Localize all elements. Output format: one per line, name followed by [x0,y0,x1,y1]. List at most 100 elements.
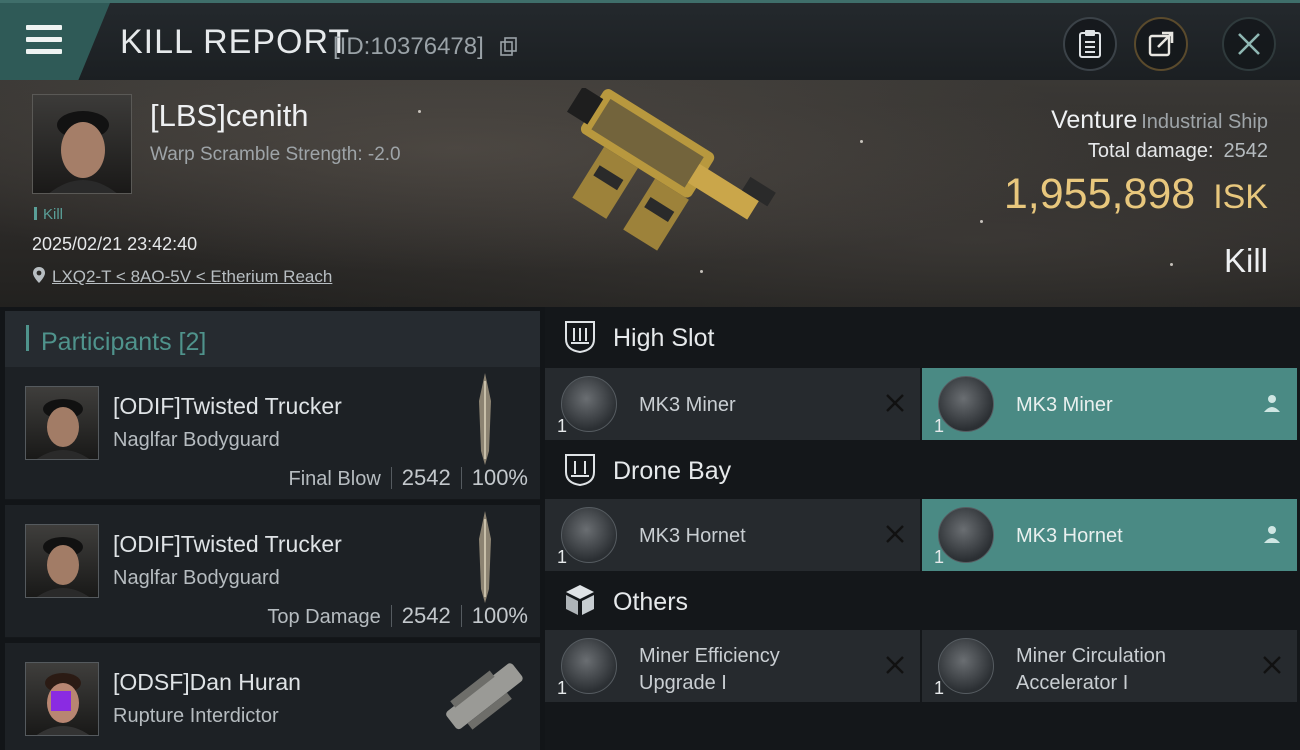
location-pin-icon [33,267,45,283]
victim-portrait[interactable] [32,94,132,194]
participants-header[interactable]: Participants [2] [5,311,540,367]
total-damage: Total damage: 2542 [1088,140,1268,163]
module-quantity: 1 [934,547,945,567]
participant-ship-image [479,373,491,465]
kill-datetime: 2025/02/21 23:42:40 [32,234,198,254]
pilot-avatar-icon [36,399,90,459]
pilot-avatar-icon [49,111,117,193]
menu-button[interactable] [0,3,110,81]
fitting-panel: High Slot 1 MK3 Miner 1 MK3 Miner Drone … [545,307,1300,750]
accelerator-module-icon [938,638,994,694]
module-item[interactable]: 1 Miner Efficiency Upgrade I [545,630,920,702]
kill-result: Kill [1223,242,1268,279]
participants-panel: Participants [2] [ODIF]Twisted Trucker N… [0,307,545,750]
drone-bay-icon [565,454,595,486]
module-item[interactable]: 1 MK3 Hornet [922,499,1297,571]
damage-percent: 100% [471,465,528,490]
top-bar: KILL REPORT [ID:10376478] [0,0,1300,81]
isk-unit: ISK [1213,178,1268,216]
copy-icon[interactable] [500,37,518,57]
share-button[interactable] [1134,17,1188,71]
victim-name[interactable]: [LBS]cenith [150,98,309,134]
avatar [25,386,99,460]
module-item[interactable]: 1 MK3 Miner [922,368,1297,440]
stat-label: Top Damage [267,606,381,628]
module-quantity: 1 [934,678,945,698]
share-icon [1148,31,1174,57]
pilot-avatar-icon [36,537,90,597]
high-slot-header: High Slot [545,307,1300,367]
module-name: MK3 Hornet [1016,525,1123,547]
participant-name: [ODIF]Twisted Trucker [113,393,342,419]
damage-value: 2542 [401,465,451,490]
module-name: Miner Circulation Accelerator I [1016,645,1167,694]
participant-name: [ODIF]Twisted Trucker [113,531,342,557]
section-title: Drone Bay [613,457,732,485]
drone-icon [561,507,617,563]
location-link[interactable]: LXQ2-T < 8AO-5V < Etherium Reach [52,267,332,286]
module-name: MK3 Hornet [639,525,746,547]
report-id: [ID:10376478] [333,33,484,60]
role-badge [51,691,71,711]
drone-bay-header: Drone Bay [545,440,1300,500]
destroyed-x-icon [886,394,904,412]
ship-name: Venture [1051,106,1138,134]
participant-name: [ODSF]Dan Huran [113,669,301,695]
module-name: MK3 Miner [1016,394,1113,416]
section-title: Others [613,588,689,616]
participant-stats: Final Blow 2542 100% [289,465,529,491]
module-quantity: 1 [557,416,568,436]
clipboard-button[interactable] [1063,17,1117,71]
warp-scramble-strength: Warp Scramble Strength: -2.0 [150,144,401,165]
destroyed-x-icon [886,656,904,674]
participant-row[interactable]: [ODIF]Twisted Trucker Naglfar Bodyguard … [5,505,540,638]
hamburger-menu-icon [26,25,62,55]
others-header: Others [545,571,1300,631]
module-item[interactable]: 1 Miner Circulation Accelerator I [922,630,1297,702]
clipboard-icon [1079,30,1101,58]
dropped-person-icon [1264,526,1280,543]
module-quantity: 1 [557,547,568,567]
header-accent-bar [26,325,29,351]
kill-summary: [LBS]cenith Warp Scramble Strength: -2.0… [0,80,1300,307]
ship-class: Industrial Ship [1141,111,1268,133]
miner-module-icon [938,376,994,432]
module-name: Miner Efficiency Upgrade I [639,645,780,694]
dropped-person-icon [1264,395,1280,412]
module-item[interactable]: 1 MK3 Hornet [545,499,920,571]
participant-ship: Naglfar Bodyguard [113,429,280,451]
module-name: MK3 Miner [639,394,736,416]
kill-location[interactable]: LXQ2-T < 8AO-5V < Etherium Reach [32,266,332,287]
module-quantity: 1 [557,678,568,698]
kill-tag: Kill [34,206,63,223]
avatar [25,524,99,598]
isk-amount: 1,955,898 [1003,170,1196,218]
total-damage-label: Total damage: [1087,140,1214,162]
section-title: High Slot [613,324,715,352]
total-damage-value: 2542 [1223,140,1269,162]
miner-module-icon [561,376,617,432]
destroyed-x-icon [886,525,904,543]
victim-ship-image [567,88,776,251]
damage-value: 2542 [401,603,451,628]
participant-ship-image [446,663,523,730]
participant-row[interactable]: [ODIF]Twisted Trucker Naglfar Bodyguard … [5,367,540,500]
module-item[interactable]: 1 MK3 Miner [545,368,920,440]
page-title: KILL REPORT [120,23,351,61]
participant-ship: Rupture Interdictor [113,705,279,727]
isk-value: 1,955,898 ISK [1004,170,1268,219]
damage-percent: 100% [471,603,528,628]
drone-icon [938,507,994,563]
close-icon [1238,33,1260,55]
participant-row[interactable]: [ODSF]Dan Huran Rupture Interdictor [5,643,540,750]
close-button[interactable] [1222,17,1276,71]
destroyed-x-icon [1263,656,1281,674]
participant-ship: Naglfar Bodyguard [113,567,280,589]
upgrade-module-icon [561,638,617,694]
victim-ship[interactable]: Venture Industrial Ship [1051,106,1268,135]
high-slot-icon [565,321,595,353]
participant-stats: Top Damage 2542 100% [267,603,528,629]
module-quantity: 1 [934,416,945,436]
cargo-box-icon [566,585,594,615]
participant-ship-image [479,511,491,603]
